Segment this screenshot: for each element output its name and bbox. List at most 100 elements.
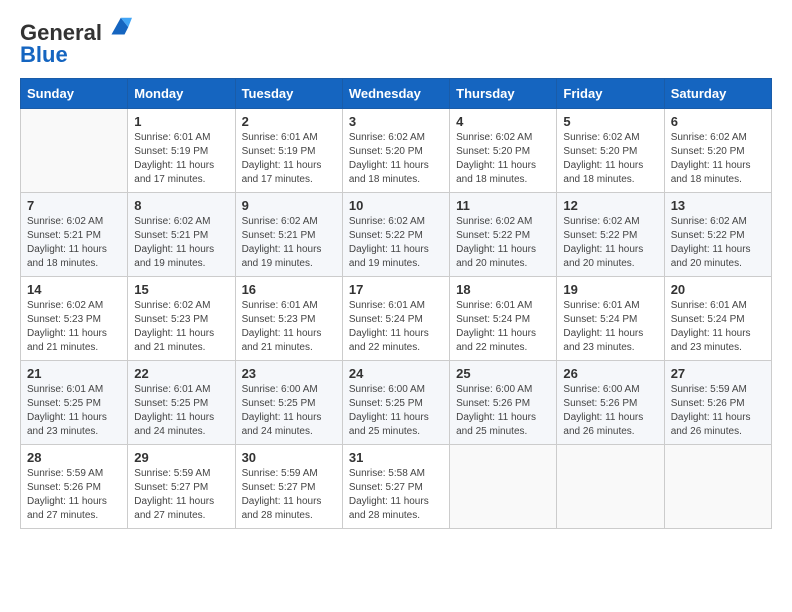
calendar-week-3: 14Sunrise: 6:02 AMSunset: 5:23 PMDayligh…	[21, 277, 772, 361]
calendar-cell: 24 Sunrise: 6:00 AMSunset: 5:25 PMDayligh…	[342, 361, 449, 445]
calendar-cell: 21Sunrise: 6:01 AMSunset: 5:25 PMDayligh…	[21, 361, 128, 445]
day-number: 11	[456, 198, 550, 213]
day-number: 7	[27, 198, 121, 213]
day-info: Sunrise: 6:02 AMSunset: 5:21 PMDaylight:…	[134, 215, 228, 271]
calendar-cell: 3 Sunrise: 6:02 AMSunset: 5:20 PMDaylight…	[342, 109, 449, 193]
day-info: Sunrise: 6:00 AMSunset: 5:26 PMDaylight:…	[456, 383, 550, 439]
day-header-saturday: Saturday	[664, 79, 771, 109]
day-number: 30	[242, 450, 336, 465]
day-info: Sunrise: 5:59 AMSunset: 5:26 PMDaylight:…	[27, 467, 121, 523]
day-info: Sunrise: 6:01 AMSunset: 5:25 PMDaylight:…	[134, 383, 228, 439]
day-number: 16	[242, 282, 336, 297]
day-info: Sunrise: 6:02 AMSunset: 5:21 PMDaylight:…	[242, 215, 336, 271]
calendar-week-1: 1 Sunrise: 6:01 AMSunset: 5:19 PMDaylight…	[21, 109, 772, 193]
calendar-cell: 7 Sunrise: 6:02 AMSunset: 5:21 PMDaylight…	[21, 193, 128, 277]
day-number: 24	[349, 366, 443, 381]
calendar-cell	[21, 109, 128, 193]
day-number: 3	[349, 114, 443, 129]
day-info: Sunrise: 6:02 AMSunset: 5:22 PMDaylight:…	[456, 215, 550, 271]
day-number: 6	[671, 114, 765, 129]
day-number: 4	[456, 114, 550, 129]
day-header-monday: Monday	[128, 79, 235, 109]
day-info: Sunrise: 6:00 AMSunset: 5:25 PMDaylight:…	[242, 383, 336, 439]
calendar-cell: 4 Sunrise: 6:02 AMSunset: 5:20 PMDaylight…	[450, 109, 557, 193]
day-number: 17	[349, 282, 443, 297]
day-info: Sunrise: 6:02 AMSunset: 5:20 PMDaylight:…	[563, 131, 657, 187]
day-info: Sunrise: 5:59 AMSunset: 5:27 PMDaylight:…	[134, 467, 228, 523]
day-number: 22	[134, 366, 228, 381]
day-number: 13	[671, 198, 765, 213]
day-info: Sunrise: 5:59 AMSunset: 5:27 PMDaylight:…	[242, 467, 336, 523]
day-info: Sunrise: 6:02 AMSunset: 5:23 PMDaylight:…	[134, 299, 228, 355]
calendar-cell: 2Sunrise: 6:01 AMSunset: 5:19 PMDaylight…	[235, 109, 342, 193]
day-info: Sunrise: 6:02 AMSunset: 5:20 PMDaylight:…	[349, 131, 443, 187]
day-header-tuesday: Tuesday	[235, 79, 342, 109]
calendar-cell: 8 Sunrise: 6:02 AMSunset: 5:21 PMDaylight…	[128, 193, 235, 277]
day-number: 20	[671, 282, 765, 297]
day-info: Sunrise: 6:01 AMSunset: 5:23 PMDaylight:…	[242, 299, 336, 355]
calendar-cell: 1 Sunrise: 6:01 AMSunset: 5:19 PMDaylight…	[128, 109, 235, 193]
day-info: Sunrise: 6:02 AMSunset: 5:20 PMDaylight:…	[456, 131, 550, 187]
day-info: Sunrise: 5:59 AMSunset: 5:26 PMDaylight:…	[671, 383, 765, 439]
day-header-friday: Friday	[557, 79, 664, 109]
day-info: Sunrise: 6:02 AMSunset: 5:22 PMDaylight:…	[349, 215, 443, 271]
day-number: 9	[242, 198, 336, 213]
calendar-cell: 26 Sunrise: 6:00 AMSunset: 5:26 PMDayligh…	[557, 361, 664, 445]
calendar-cell: 30 Sunrise: 5:59 AMSunset: 5:27 PMDayligh…	[235, 445, 342, 529]
calendar-cell: 11 Sunrise: 6:02 AMSunset: 5:22 PMDayligh…	[450, 193, 557, 277]
day-info: Sunrise: 6:02 AMSunset: 5:21 PMDaylight:…	[27, 215, 121, 271]
calendar-cell: 15Sunrise: 6:02 AMSunset: 5:23 PMDayligh…	[128, 277, 235, 361]
calendar-cell: 10 Sunrise: 6:02 AMSunset: 5:22 PMDayligh…	[342, 193, 449, 277]
logo-icon	[104, 14, 132, 42]
day-number: 23	[242, 366, 336, 381]
calendar-cell: 18Sunrise: 6:01 AMSunset: 5:24 PMDayligh…	[450, 277, 557, 361]
day-number: 19	[563, 282, 657, 297]
calendar-header: SundayMondayTuesdayWednesdayThursdayFrid…	[21, 79, 772, 109]
logo: General Blue	[20, 20, 132, 68]
calendar-cell: 12 Sunrise: 6:02 AMSunset: 5:22 PMDayligh…	[557, 193, 664, 277]
day-info: Sunrise: 6:00 AMSunset: 5:26 PMDaylight:…	[563, 383, 657, 439]
day-info: Sunrise: 6:02 AMSunset: 5:22 PMDaylight:…	[671, 215, 765, 271]
calendar-week-2: 7 Sunrise: 6:02 AMSunset: 5:21 PMDaylight…	[21, 193, 772, 277]
calendar-cell: 6Sunrise: 6:02 AMSunset: 5:20 PMDaylight…	[664, 109, 771, 193]
calendar-cell: 20 Sunrise: 6:01 AMSunset: 5:24 PMDayligh…	[664, 277, 771, 361]
day-number: 12	[563, 198, 657, 213]
calendar-cell: 14Sunrise: 6:02 AMSunset: 5:23 PMDayligh…	[21, 277, 128, 361]
calendar-week-5: 28 Sunrise: 5:59 AMSunset: 5:26 PMDayligh…	[21, 445, 772, 529]
calendar-cell: 16 Sunrise: 6:01 AMSunset: 5:23 PMDayligh…	[235, 277, 342, 361]
day-number: 31	[349, 450, 443, 465]
calendar-cell: 27Sunrise: 5:59 AMSunset: 5:26 PMDayligh…	[664, 361, 771, 445]
day-info: Sunrise: 6:00 AMSunset: 5:25 PMDaylight:…	[349, 383, 443, 439]
day-info: Sunrise: 6:01 AMSunset: 5:24 PMDaylight:…	[349, 299, 443, 355]
day-info: Sunrise: 6:01 AMSunset: 5:24 PMDaylight:…	[671, 299, 765, 355]
day-info: Sunrise: 6:01 AMSunset: 5:19 PMDaylight:…	[242, 131, 336, 187]
day-number: 5	[563, 114, 657, 129]
calendar-cell: 23 Sunrise: 6:00 AMSunset: 5:25 PMDayligh…	[235, 361, 342, 445]
day-number: 8	[134, 198, 228, 213]
day-header-thursday: Thursday	[450, 79, 557, 109]
calendar-cell	[557, 445, 664, 529]
day-number: 10	[349, 198, 443, 213]
day-info: Sunrise: 6:02 AMSunset: 5:22 PMDaylight:…	[563, 215, 657, 271]
day-number: 26	[563, 366, 657, 381]
day-header-sunday: Sunday	[21, 79, 128, 109]
calendar-cell	[450, 445, 557, 529]
header-row: SundayMondayTuesdayWednesdayThursdayFrid…	[21, 79, 772, 109]
calendar-cell: 22 Sunrise: 6:01 AMSunset: 5:25 PMDayligh…	[128, 361, 235, 445]
calendar-body: 1 Sunrise: 6:01 AMSunset: 5:19 PMDaylight…	[21, 109, 772, 529]
day-info: Sunrise: 6:01 AMSunset: 5:19 PMDaylight:…	[134, 131, 228, 187]
day-info: Sunrise: 6:01 AMSunset: 5:24 PMDaylight:…	[563, 299, 657, 355]
calendar-cell: 19 Sunrise: 6:01 AMSunset: 5:24 PMDayligh…	[557, 277, 664, 361]
calendar-week-4: 21 Sunrise: 6:01 AMSunset: 5:25 PMDayligh…	[21, 361, 772, 445]
calendar-cell: 5 Sunrise: 6:02 AMSunset: 5:20 PMDaylight…	[557, 109, 664, 193]
calendar-cell: 29Sunrise: 5:59 AMSunset: 5:27 PMDayligh…	[128, 445, 235, 529]
calendar-cell: 13 Sunrise: 6:02 AMSunset: 5:22 PMDayligh…	[664, 193, 771, 277]
day-number: 28	[27, 450, 121, 465]
day-info: Sunrise: 5:58 AMSunset: 5:27 PMDaylight:…	[349, 467, 443, 523]
calendar-cell: 9 Sunrise: 6:02 AMSunset: 5:21 PMDaylight…	[235, 193, 342, 277]
logo-container: General Blue	[20, 20, 132, 68]
calendar-cell: 25Sunrise: 6:00 AMSunset: 5:26 PMDayligh…	[450, 361, 557, 445]
page-header: General Blue	[20, 20, 772, 68]
day-number: 1	[134, 114, 228, 129]
day-number: 21	[27, 366, 121, 381]
